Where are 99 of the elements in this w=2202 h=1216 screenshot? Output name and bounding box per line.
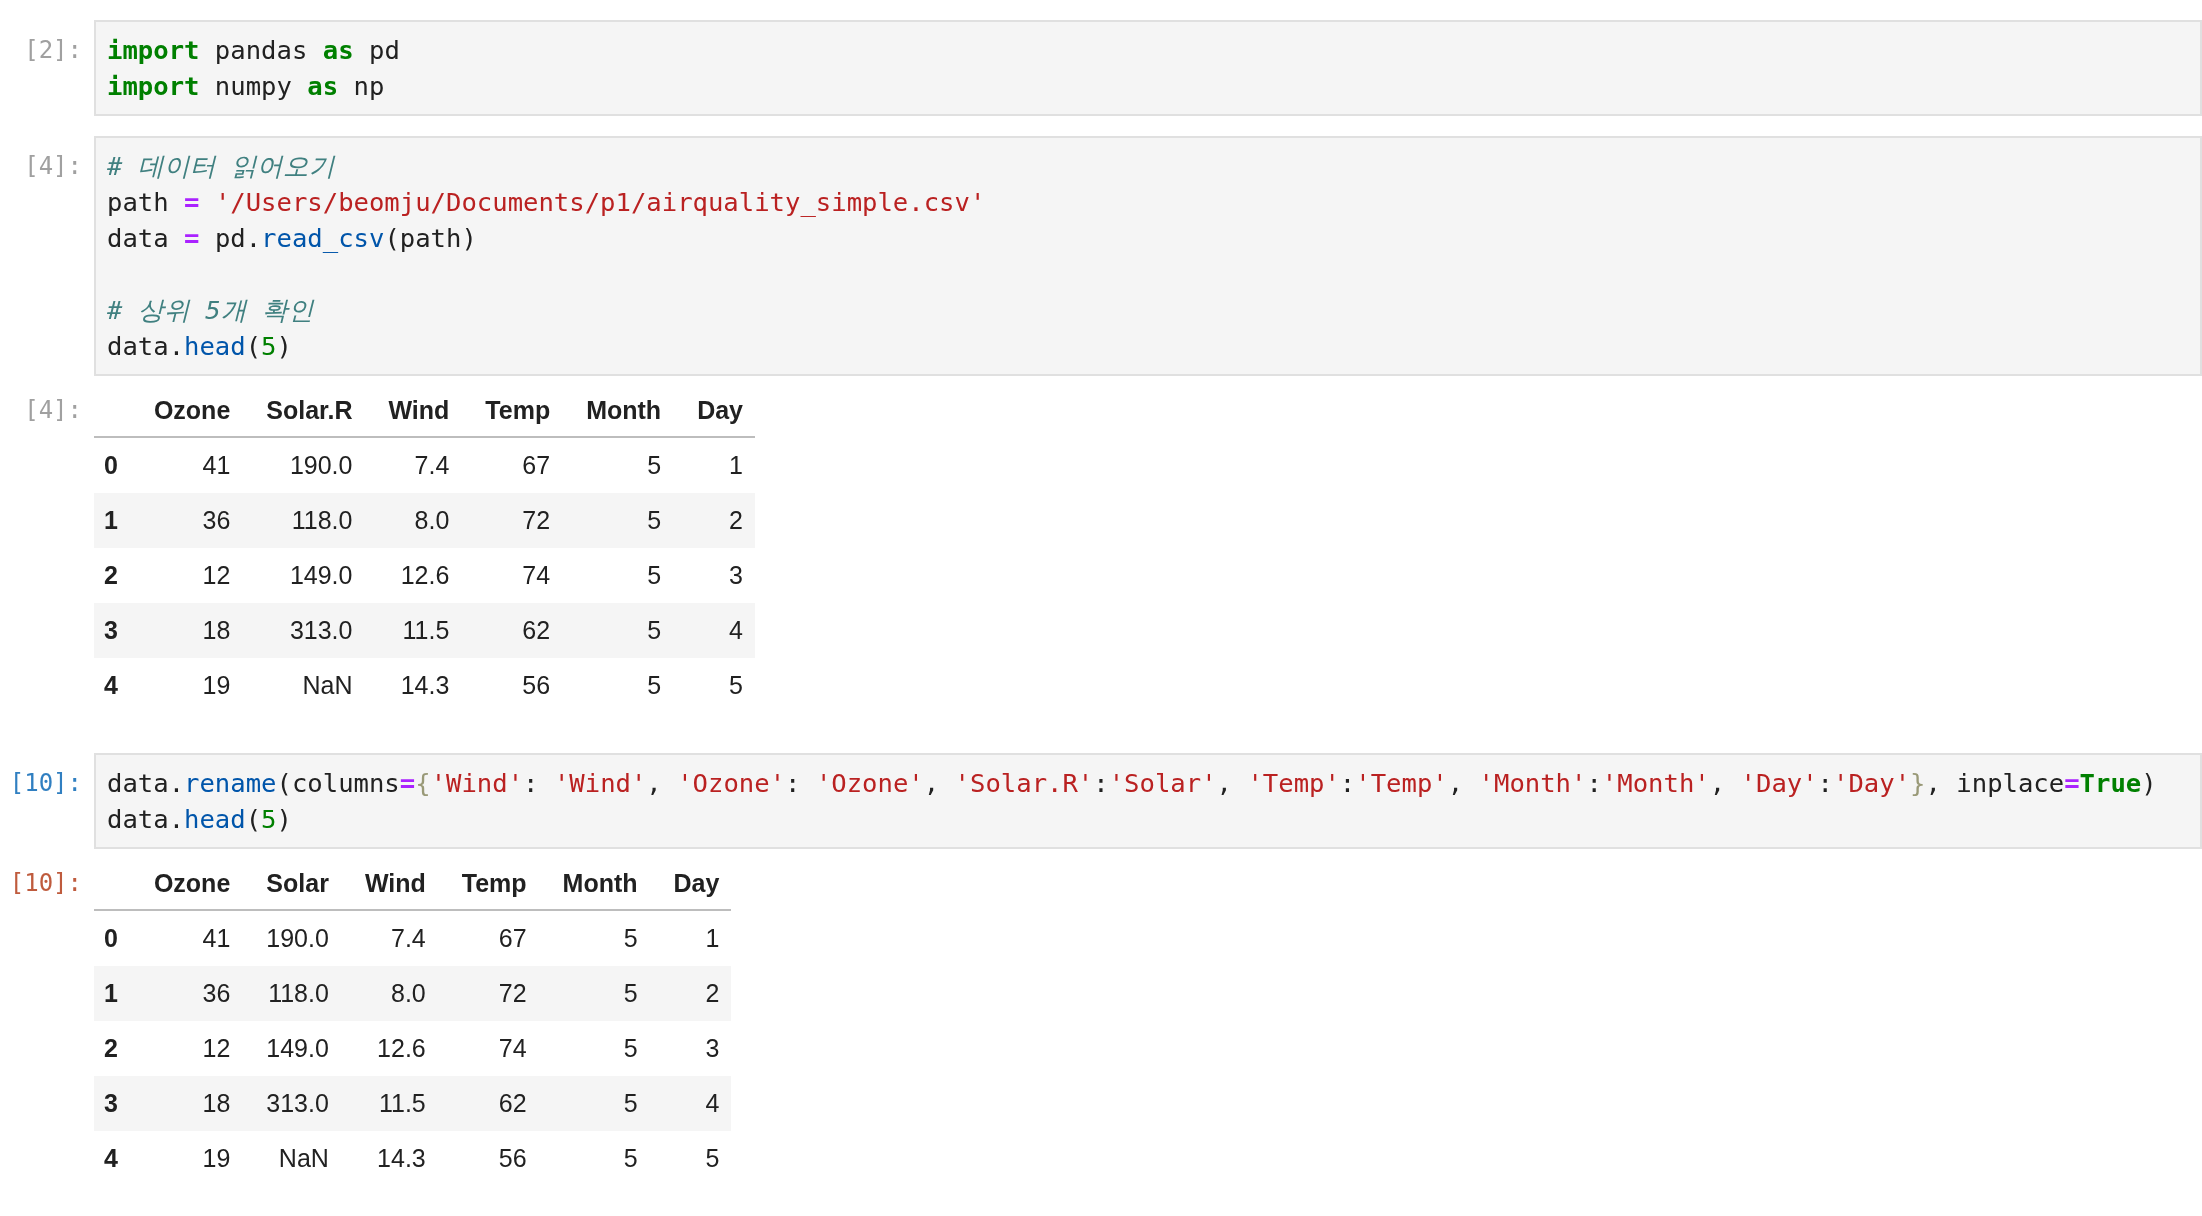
table-cell: 11.5 xyxy=(402,616,450,644)
table-cell: 41 xyxy=(202,924,231,952)
column-header: Wind xyxy=(388,395,450,424)
table-cell: NaN xyxy=(278,1144,329,1172)
table-cell: 1 xyxy=(705,924,720,952)
table-cell: 5 xyxy=(647,561,662,589)
code-cell[interactable]: import pandas as pd import numpy as np xyxy=(94,20,2202,116)
code-line: import pandas as pd xyxy=(107,34,401,67)
table-cell: 56 xyxy=(498,1144,527,1172)
table-cell: 12 xyxy=(202,1034,231,1062)
code-line: data = pd.read_csv(path) xyxy=(107,222,478,255)
code-line: data.rename(columns={'Wind': 'Wind', 'Ozone': 'Ozone', 'Solar.R':'Solar', 'Temp':'Temp', 'Month':'Month', 'Day':'Day'}, inplace=True) xyxy=(107,767,2158,800)
table-cell: 8.0 xyxy=(391,979,426,1007)
row-index: 1 xyxy=(104,506,118,534)
column-header: Solar xyxy=(266,868,329,897)
table-cell: 19 xyxy=(202,671,231,699)
table-cell: 36 xyxy=(202,979,231,1007)
table-cell: 5 xyxy=(647,671,662,699)
column-header: Ozone xyxy=(153,395,231,424)
table-cell: 1 xyxy=(729,451,743,479)
output-prompt: [10]: xyxy=(9,868,83,899)
column-header: Ozone xyxy=(153,868,231,897)
code-cell[interactable]: # 데이터 읽어오기 path = '/Users/beomju/Documents/p1/airquality_simple.csv' data = pd.read_csv(path) # 상위 5개 확인 data.head(5) xyxy=(94,136,2202,376)
table-cell: 7.4 xyxy=(391,924,426,952)
table-cell: 118.0 xyxy=(268,979,329,1007)
table-cell: 5 xyxy=(623,1144,638,1172)
table-cell: 19 xyxy=(202,1144,231,1172)
column-header: Wind xyxy=(364,868,426,897)
table-cell: 74 xyxy=(522,561,551,589)
table-cell: 11.5 xyxy=(378,1089,426,1117)
table-cell: 3 xyxy=(729,561,743,589)
row-index: 3 xyxy=(104,1089,118,1117)
code-line: # 데이터 읽어오기 xyxy=(107,150,337,183)
table-cell: 5 xyxy=(729,671,743,699)
column-header: Solar.R xyxy=(266,395,353,424)
table-cell: 72 xyxy=(522,506,551,534)
table-cell: 149.0 xyxy=(266,1034,329,1062)
table-cell: 8.0 xyxy=(414,506,450,534)
table-cell: 5 xyxy=(623,1034,638,1062)
table-cell: 3 xyxy=(705,1034,720,1062)
table-cell: 2 xyxy=(729,506,743,534)
table-cell: 5 xyxy=(647,616,662,644)
table-cell: 67 xyxy=(498,924,527,952)
table-cell: 67 xyxy=(522,451,551,479)
table-cell: NaN xyxy=(302,671,353,699)
code-line: data.head(5) xyxy=(107,330,293,363)
table-cell: 56 xyxy=(522,671,551,699)
table-cell: 5 xyxy=(705,1144,720,1172)
input-prompt: [4]: xyxy=(24,151,83,182)
column-header: Temp xyxy=(461,868,527,897)
table-cell: 118.0 xyxy=(291,506,353,534)
table-cell: 5 xyxy=(647,451,662,479)
table-cell: 14.3 xyxy=(400,671,450,699)
table-cell: 190.0 xyxy=(266,924,329,952)
table-cell: 4 xyxy=(705,1089,720,1117)
table-cell: 12.6 xyxy=(400,561,450,589)
table-cell: 36 xyxy=(202,506,231,534)
row-index: 3 xyxy=(104,616,118,644)
table-cell: 313.0 xyxy=(289,616,353,644)
row-index: 2 xyxy=(104,561,118,589)
table-cell: 313.0 xyxy=(266,1089,329,1117)
table-cell: 72 xyxy=(498,979,527,1007)
input-prompt: [2]: xyxy=(24,35,83,66)
table-cell: 74 xyxy=(498,1034,527,1062)
table-cell: 5 xyxy=(623,979,638,1007)
table-cell: 18 xyxy=(202,616,231,644)
column-header: Day xyxy=(673,868,720,897)
table-cell: 18 xyxy=(202,1089,231,1117)
row-index: 0 xyxy=(104,924,118,952)
code-line: path = '/Users/beomju/Documents/p1/airquality_simple.csv' xyxy=(107,186,987,219)
table-cell: 5 xyxy=(623,1089,638,1117)
code-line: import numpy as np xyxy=(107,70,386,103)
row-index: 4 xyxy=(104,1144,118,1172)
table-cell: 62 xyxy=(522,616,551,644)
column-header: Month xyxy=(586,395,662,424)
table-cell: 2 xyxy=(705,979,720,1007)
code-cell[interactable]: data.rename(columns={'Wind': 'Wind', 'Ozone': 'Ozone', 'Solar.R':'Solar', 'Temp':'Temp', 'Month':'Month', 'Day':'Day'}, inplace=True) data.head(5) xyxy=(94,753,2202,849)
table-cell: 14.3 xyxy=(377,1144,426,1172)
table-cell: 5 xyxy=(623,924,638,952)
code-line: data.head(5) xyxy=(107,803,293,836)
table-cell: 62 xyxy=(498,1089,527,1117)
input-prompt: [10]: xyxy=(9,768,83,799)
table-cell: 149.0 xyxy=(289,561,353,589)
table-cell: 12 xyxy=(202,561,231,589)
column-header: Day xyxy=(697,395,743,424)
column-header: Temp xyxy=(485,395,551,424)
table-cell: 190.0 xyxy=(289,451,353,479)
row-index: 0 xyxy=(104,451,118,479)
table-cell: 41 xyxy=(202,451,231,479)
column-header: Month xyxy=(562,868,638,897)
table-cell: 5 xyxy=(647,506,662,534)
table-cell: 12.6 xyxy=(377,1034,426,1062)
code-line: # 상위 5개 확인 xyxy=(107,294,316,327)
table-cell: 7.4 xyxy=(414,451,450,479)
row-index: 2 xyxy=(104,1034,118,1062)
table-cell: 4 xyxy=(729,616,743,644)
row-index: 4 xyxy=(104,671,118,699)
row-index: 1 xyxy=(104,979,118,1007)
output-prompt: [4]: xyxy=(24,395,83,426)
